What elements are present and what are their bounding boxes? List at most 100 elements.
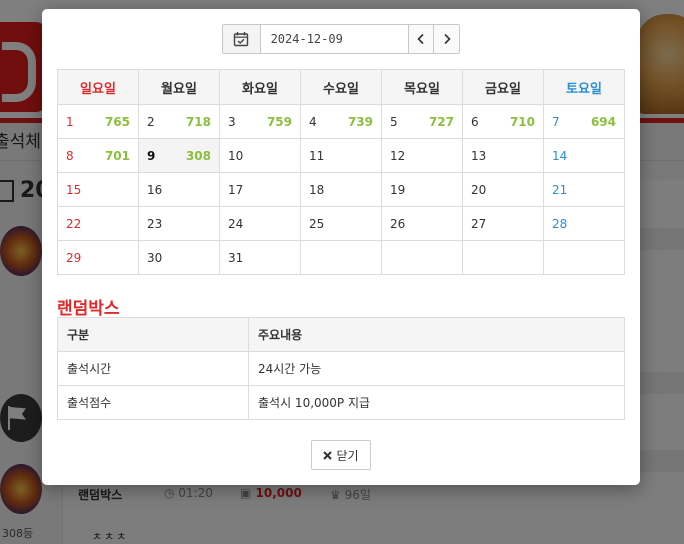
day-number: 20 (471, 182, 487, 197)
calendar-day-cell[interactable]: 15 (57, 172, 139, 207)
day-number: 6 (471, 114, 479, 129)
calendar-day-cell[interactable]: 12 (381, 138, 463, 173)
day-number: 7 (552, 114, 560, 129)
calendar-day-cell[interactable]: 22 (57, 206, 139, 241)
weekday-saturday: 토요일 (543, 69, 625, 105)
calendar-day-cell[interactable]: 20 (462, 172, 544, 207)
calendar-week-row: 29 30 31 (57, 240, 625, 275)
attendance-count: 765 (104, 114, 130, 129)
info-row: 출석점수 출석시 10,000P 지급 (57, 385, 625, 420)
day-number: 26 (390, 216, 406, 231)
day-number: 3 (228, 114, 236, 129)
section-title: 랜덤박스 (57, 299, 120, 319)
day-number: 1 (66, 114, 74, 129)
calendar-day-cell[interactable]: 31 (219, 240, 301, 275)
calendar-day-cell[interactable]: 17 (219, 172, 301, 207)
calendar-day-cell[interactable]: 28 (543, 206, 625, 241)
day-number: 19 (390, 182, 406, 197)
attendance-calendar-modal: 일요일 월요일 화요일 수요일 목요일 금요일 토요일 176527183759… (42, 9, 640, 485)
attendance-count: 694 (590, 114, 616, 129)
day-number: 9 (147, 148, 156, 163)
day-number: 28 (552, 216, 568, 231)
calendar-day-cell[interactable]: 21 (543, 172, 625, 207)
calendar-day-cell[interactable]: 25 (300, 206, 382, 241)
calendar-day-cell[interactable]: 24 (219, 206, 301, 241)
calendar-day-cell[interactable]: 11 (300, 138, 382, 173)
weekday-friday: 금요일 (462, 69, 544, 105)
calendar-day-cell[interactable]: 7 694 (543, 104, 625, 139)
day-number: 29 (66, 250, 82, 265)
attendance-count: 308 (185, 148, 211, 163)
day-number: 27 (471, 216, 487, 231)
day-number: 4 (309, 114, 317, 129)
calendar-day-cell[interactable]: 30 (138, 240, 220, 275)
calendar-day-cell[interactable]: 8 701 (57, 138, 139, 173)
weekday-tuesday: 화요일 (219, 69, 301, 105)
calendar-day-cell[interactable]: 14 (543, 138, 625, 173)
calendar-check-icon[interactable] (223, 25, 261, 53)
calendar-day-cell[interactable]: 5 727 (381, 104, 463, 139)
calendar-week-row: 1 765 2 718 3 759 4 739 5 727 6 710 7 694 (57, 104, 625, 139)
calendar-day-cell[interactable]: 16 (138, 172, 220, 207)
weekday-sunday: 일요일 (57, 69, 139, 105)
date-picker-bar (222, 24, 460, 54)
calendar-day-cell[interactable]: 18 (300, 172, 382, 207)
day-number: 24 (228, 216, 244, 231)
day-number: 10 (228, 148, 244, 163)
date-input[interactable] (260, 25, 408, 53)
calendar-day-cell[interactable]: 26 (381, 206, 463, 241)
day-number: 30 (147, 250, 163, 265)
calendar-day-cell[interactable]: 29 (57, 240, 139, 275)
day-number: 21 (552, 182, 568, 197)
calendar-empty-cell (300, 240, 382, 275)
info-header-category: 구분 (57, 317, 249, 352)
calendar-day-cell[interactable]: 4 739 (300, 104, 382, 139)
day-number: 18 (309, 182, 325, 197)
calendar-week-row: 15 16 17 18 19 20 21 (57, 172, 625, 207)
calendar-empty-cell (543, 240, 625, 275)
weekday-header-row: 일요일 월요일 화요일 수요일 목요일 금요일 토요일 (57, 69, 625, 105)
calendar-day-cell[interactable]: 13 (462, 138, 544, 173)
attendance-count: 759 (266, 114, 292, 129)
day-number: 16 (147, 182, 163, 197)
calendar-day-cell[interactable]: 27 (462, 206, 544, 241)
next-month-button[interactable] (433, 25, 460, 53)
day-number: 11 (309, 148, 325, 163)
calendar-day-cell[interactable]: 10 (219, 138, 301, 173)
calendar-empty-cell (381, 240, 463, 275)
day-number: 23 (147, 216, 163, 231)
day-number: 13 (471, 148, 487, 163)
day-number: 22 (66, 216, 82, 231)
attendance-count: 739 (347, 114, 373, 129)
day-number: 15 (66, 182, 82, 197)
day-number: 25 (309, 216, 325, 231)
weekday-monday: 월요일 (138, 69, 220, 105)
prev-month-button[interactable] (407, 25, 434, 53)
info-header-row: 구분 주요내용 (57, 317, 625, 352)
calendar-empty-cell (462, 240, 544, 275)
chevron-left-icon (417, 33, 424, 45)
info-cell-content: 출석시 10,000P 지급 (248, 385, 625, 420)
calendar-day-cell[interactable]: 19 (381, 172, 463, 207)
info-row: 출석시간 24시간 가능 (57, 351, 625, 386)
info-cell-content: 24시간 가능 (248, 351, 625, 386)
calendar-day-cell[interactable]: 6 710 (462, 104, 544, 139)
close-button[interactable]: 닫기 (311, 440, 371, 470)
chevron-right-icon (444, 33, 451, 45)
close-x-icon (323, 450, 333, 460)
attendance-calendar: 일요일 월요일 화요일 수요일 목요일 금요일 토요일 1 765 2 718 3 759… (57, 69, 625, 275)
weekday-thursday: 목요일 (381, 69, 463, 105)
attendance-count: 710 (509, 114, 535, 129)
day-number: 17 (228, 182, 244, 197)
calendar-week-row: 8 701 9 308 10 11 12 13 14 (57, 138, 625, 173)
day-number: 5 (390, 114, 398, 129)
calendar-day-cell[interactable]: 3 759 (219, 104, 301, 139)
calendar-day-cell[interactable]: 1 765 (57, 104, 139, 139)
attendance-info-table: 구분 주요내용 출석시간 24시간 가능 출석점수 출석시 10,000P 지급 (57, 317, 625, 420)
calendar-day-cell[interactable]: 9 308 (138, 138, 220, 173)
calendar-day-cell[interactable]: 23 (138, 206, 220, 241)
info-header-content: 주요내용 (248, 317, 625, 352)
day-number: 14 (552, 148, 568, 163)
attendance-count: 701 (104, 148, 130, 163)
calendar-day-cell[interactable]: 2 718 (138, 104, 220, 139)
